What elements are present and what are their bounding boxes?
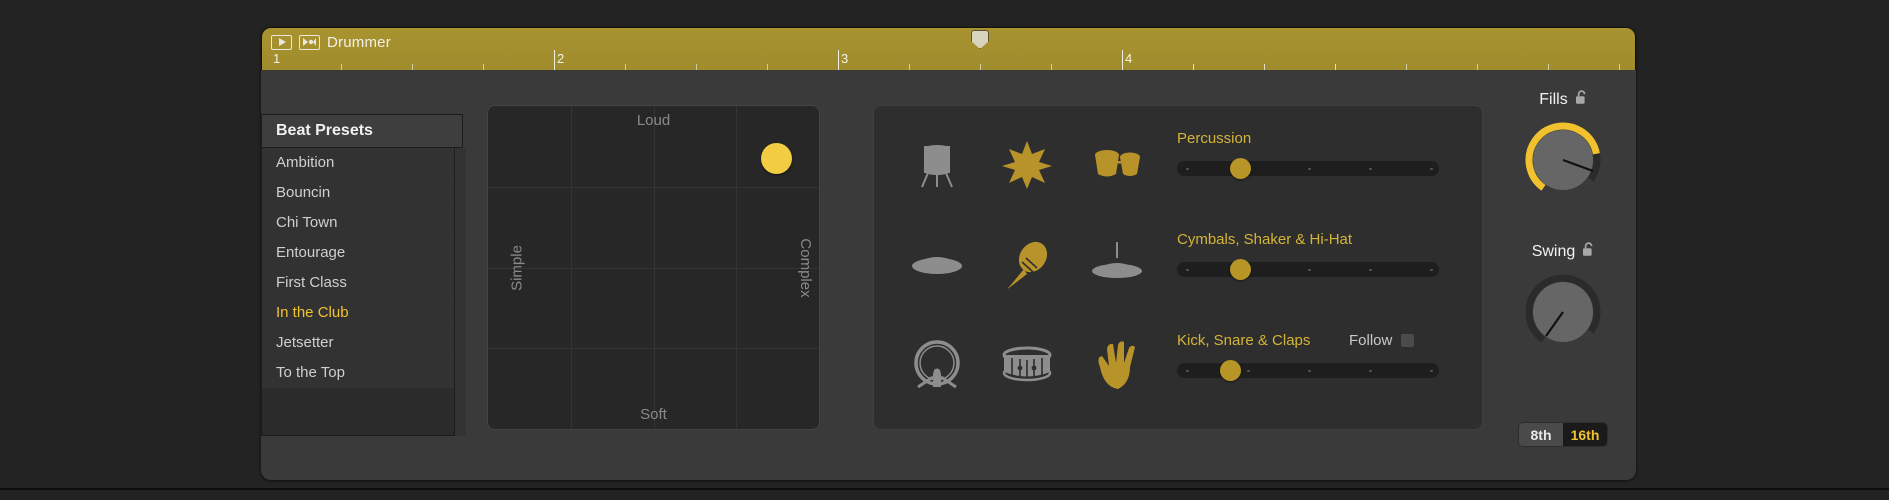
bar-number: 1 (273, 51, 281, 66)
fills-knob[interactable] (1519, 116, 1607, 204)
fills-label: Fills (1539, 91, 1568, 108)
kit-group-label: Cymbals, Shaker & Hi-Hat (1177, 231, 1353, 248)
follow-checkbox[interactable] (1400, 333, 1416, 348)
playhead-marker[interactable] (971, 30, 989, 49)
fills-title: Fills (1501, 90, 1626, 110)
kit-icon-group (892, 116, 1162, 212)
kick-drum-icon[interactable] (901, 330, 973, 402)
preset-list-item[interactable]: Entourage (262, 238, 462, 268)
hihat-icon[interactable] (1081, 229, 1153, 301)
preset-label: Ambition (276, 154, 335, 171)
preset-label: Bouncin (276, 184, 331, 201)
kit-controls: Cymbals, Shaker & Hi-Hat (1174, 217, 1470, 313)
xy-puck[interactable] (760, 142, 792, 174)
follow-label: Follow (1349, 332, 1393, 349)
bar-number: 2 (557, 51, 565, 66)
slider-thumb[interactable] (1230, 259, 1252, 280)
follow-control[interactable]: Follow (1349, 332, 1416, 349)
lock-open-icon[interactable] (1582, 242, 1595, 262)
kit-controls: Kick, Snare & Claps Follow (1174, 318, 1470, 414)
kit-volume-slider[interactable] (1177, 259, 1439, 280)
preset-list-item[interactable]: First Class (262, 268, 462, 298)
kit-icon-group (892, 217, 1162, 313)
slider-tick (1369, 167, 1372, 170)
preset-list-item[interactable]: Bouncin (262, 178, 462, 208)
kit-icon-group (892, 318, 1162, 414)
bar-number: 3 (841, 51, 849, 66)
shaker-burst-icon[interactable] (991, 128, 1063, 200)
beat-presets-list[interactable]: Ambition Bouncin Chi Town Entourage First Cl… (262, 148, 462, 436)
ruler[interactable]: 1 2 3 4 (262, 48, 1635, 70)
preset-label: Chi Town (276, 214, 338, 231)
xy-label-complex: Complex (796, 237, 814, 298)
swing-title: Swing (1501, 242, 1626, 262)
slider-tick (1430, 268, 1433, 271)
note-division-option[interactable]: 8th (1519, 423, 1563, 446)
kit-row: Percussion (874, 116, 1484, 212)
slider-tick (1369, 268, 1372, 271)
slider-thumb[interactable] (1220, 360, 1242, 381)
xy-label-soft: Soft (640, 406, 667, 423)
preset-label: Jetsetter (276, 334, 334, 351)
slider-tick (1308, 268, 1311, 271)
preset-list-item[interactable]: In the Club (262, 298, 462, 328)
preset-label: To the Top (276, 364, 345, 381)
preset-label: In the Club (276, 304, 349, 321)
cymbal-icon[interactable] (901, 229, 973, 301)
slider-tick (1430, 369, 1433, 372)
kit-row: Cymbals, Shaker & Hi-Hat (874, 217, 1484, 313)
note-division-toggle[interactable]: 8th 16th (1518, 422, 1608, 447)
kit-row: Kick, Snare & Claps Follow (874, 318, 1484, 414)
slider-tick (1247, 369, 1250, 372)
preset-list-item[interactable]: Jetsetter (262, 328, 462, 358)
bongos-icon[interactable] (1081, 128, 1153, 200)
slider-tick (1186, 369, 1189, 372)
slider-tick (1430, 167, 1433, 170)
beat-presets-header: Beat Presets (261, 114, 463, 148)
swing-knob[interactable] (1519, 268, 1607, 356)
snare-drum-icon[interactable] (991, 330, 1063, 402)
slider-tick (1369, 369, 1372, 372)
beat-presets-title: Beat Presets (276, 122, 373, 139)
maraca-icon[interactable] (991, 229, 1063, 301)
preset-label: First Class (276, 274, 347, 291)
preset-list-item[interactable]: Ambition (262, 148, 462, 178)
slider-tick (1308, 167, 1311, 170)
kit-volume-slider[interactable] (1177, 360, 1439, 381)
panel-body: Beat Presets Ambition Bouncin Chi Town Ento… (261, 70, 1636, 480)
clap-hand-icon[interactable] (1081, 330, 1153, 402)
drummer-editor-window: Drummer 1234 Beat Presets Ambition Bounci… (0, 0, 1889, 500)
lock-open-icon[interactable] (1575, 90, 1588, 110)
swing-label: Swing (1531, 243, 1576, 260)
drummer-panel: Drummer 1234 Beat Presets Ambition Bounci… (261, 27, 1636, 480)
tambourine-stand-icon[interactable] (901, 128, 973, 200)
kit-group-label: Kick, Snare & Claps (1177, 332, 1311, 349)
preset-label: Entourage (276, 244, 346, 261)
xy-performance-pad[interactable]: Loud Soft Simple Complex (487, 105, 820, 430)
xy-label-loud: Loud (636, 112, 671, 129)
slider-tick (1186, 268, 1189, 271)
kit-volume-slider[interactable] (1177, 158, 1439, 179)
bar-number: 4 (1125, 51, 1133, 66)
drum-kit-pane: Percussion Cymbals, Shaker & Hi-Hat Kick… (873, 105, 1483, 430)
region-header[interactable]: Drummer 1234 (261, 27, 1636, 70)
slider-tick (1308, 369, 1311, 372)
kit-controls: Percussion (1174, 116, 1470, 212)
slider-tick (1186, 167, 1189, 170)
preset-list-item[interactable]: To the Top (262, 358, 462, 388)
note-division-option[interactable]: 16th (1563, 423, 1607, 446)
slider-thumb[interactable] (1230, 158, 1252, 179)
preset-list-item[interactable]: Chi Town (262, 208, 462, 238)
window-bottom-divider (0, 488, 1889, 490)
beat-presets-pane: Beat Presets Ambition Bouncin Chi Town Ento… (261, 70, 466, 460)
kit-group-label: Percussion (1177, 130, 1252, 147)
fills-swing-pane: Fills Swing 8th 16th (1501, 90, 1626, 460)
beat-presets-scrollbar[interactable] (454, 148, 466, 436)
xy-label-simple: Simple (508, 244, 526, 291)
